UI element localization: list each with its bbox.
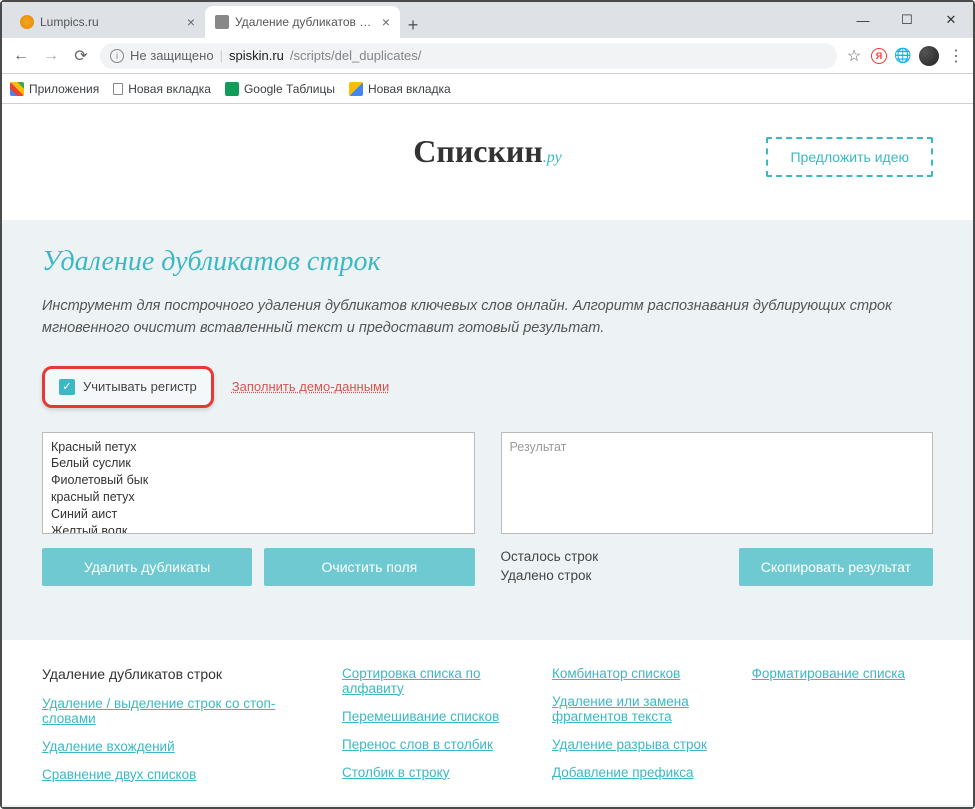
- close-icon[interactable]: ×: [382, 14, 390, 30]
- browser-tab-active[interactable]: Удаление дубликатов строк - уд ×: [205, 6, 400, 38]
- footer-link[interactable]: Удаление разрыва строк: [552, 737, 724, 752]
- options-row: ✓ Учитывать регистр Заполнить демо-данны…: [42, 366, 933, 408]
- bookmarks-bar: Приложения Новая вкладка Google Таблицы …: [2, 74, 973, 104]
- fill-demo-link[interactable]: Заполнить демо-данными: [232, 379, 389, 394]
- minimize-icon[interactable]: —: [841, 2, 885, 38]
- globe-icon[interactable]: 🌐: [895, 48, 911, 64]
- close-icon[interactable]: ×: [187, 14, 195, 30]
- url-path: /scripts/del_duplicates/: [290, 48, 422, 63]
- checkbox-checked-icon[interactable]: ✓: [59, 379, 75, 395]
- footer-link[interactable]: Комбинатор списков: [552, 666, 724, 681]
- hero-section: Спискин.ру Предложить идею: [2, 105, 973, 220]
- result-column: Результат Осталось строк Удалено строк С…: [501, 432, 934, 586]
- footer-link[interactable]: Форматирование списка: [752, 666, 905, 681]
- case-sensitive-option[interactable]: ✓ Учитывать регистр: [42, 366, 214, 408]
- page-icon: [113, 83, 123, 95]
- reload-button[interactable]: ⟳: [70, 45, 92, 67]
- result-textarea[interactable]: Результат: [501, 432, 934, 534]
- image-icon: [349, 82, 363, 96]
- apps-shortcut[interactable]: Приложения: [10, 82, 99, 96]
- remove-duplicates-button[interactable]: Удалить дубликаты: [42, 548, 252, 586]
- new-tab-button[interactable]: +: [400, 12, 426, 38]
- profile-avatar-icon[interactable]: [919, 46, 939, 66]
- footer-link[interactable]: Столбик в строку: [342, 765, 524, 780]
- bookmark-star-icon[interactable]: ☆: [845, 47, 863, 65]
- page-body: Спискин.ру Предложить идею Удаление дубл…: [2, 105, 973, 807]
- input-column: Красный петухБелый сусликФиолетовый быкк…: [42, 432, 475, 586]
- clear-fields-button[interactable]: Очистить поля: [264, 548, 474, 586]
- url-input[interactable]: i Не защищено | spiskin.ru/scripts/del_d…: [100, 43, 837, 69]
- security-label: Не защищено: [130, 48, 214, 63]
- browser-titlebar: Lumpics.ru × Удаление дубликатов строк -…: [2, 2, 973, 38]
- footer-link[interactable]: Удаление вхождений: [42, 739, 314, 754]
- forward-button[interactable]: →: [40, 45, 62, 67]
- address-bar: ← → ⟳ i Не защищено | spiskin.ru/scripts…: [2, 38, 973, 74]
- footer-link[interactable]: Сравнение двух списков: [42, 767, 314, 782]
- window-controls: — ☐ ✕: [841, 2, 973, 38]
- sheets-icon: [225, 82, 239, 96]
- bookmark-item[interactable]: Новая вкладка: [113, 82, 211, 96]
- favicon-icon: [20, 15, 34, 29]
- footer-heading: Удаление дубликатов строк: [42, 666, 314, 682]
- copy-result-button[interactable]: Скопировать результат: [739, 548, 933, 586]
- tab-title: Удаление дубликатов строк - уд: [235, 15, 376, 29]
- stats-remaining: Осталось строк: [501, 548, 727, 567]
- footer-link[interactable]: Удаление или замена фрагментов текста: [552, 694, 724, 724]
- page-description: Инструмент для построчного удаления дубл…: [42, 296, 933, 340]
- checkbox-label: Учитывать регистр: [83, 379, 197, 394]
- browser-tab[interactable]: Lumpics.ru ×: [10, 6, 205, 38]
- favicon-icon: [215, 15, 229, 29]
- tab-title: Lumpics.ru: [40, 15, 181, 29]
- main-content: Удаление дубликатов строк Инструмент для…: [2, 220, 973, 616]
- footer-link[interactable]: Добавление префикса: [552, 765, 724, 780]
- back-button[interactable]: ←: [10, 45, 32, 67]
- info-icon: i: [110, 49, 124, 63]
- bookmark-item[interactable]: Google Таблицы: [225, 82, 335, 96]
- stats-block: Осталось строк Удалено строк: [501, 548, 727, 586]
- footer-link[interactable]: Удаление / выделение строк со стоп-слова…: [42, 696, 314, 726]
- footer-link[interactable]: Перемешивание списков: [342, 709, 524, 724]
- footer-link[interactable]: Сортировка списка по алфавиту: [342, 666, 524, 696]
- input-textarea[interactable]: Красный петухБелый сусликФиолетовый быкк…: [42, 432, 475, 534]
- footer-link[interactable]: Перенос слов в столбик: [342, 737, 524, 752]
- bookmark-item[interactable]: Новая вкладка: [349, 82, 451, 96]
- close-window-icon[interactable]: ✕: [929, 2, 973, 38]
- textarea-columns: Красный петухБелый сусликФиолетовый быкк…: [42, 432, 933, 586]
- footer-links: Удаление дубликатов строк Удаление / выд…: [2, 640, 973, 805]
- maximize-icon[interactable]: ☐: [885, 2, 929, 38]
- kebab-menu-icon[interactable]: ⋮: [947, 47, 965, 65]
- page-heading: Удаление дубликатов строк: [42, 246, 933, 278]
- apps-icon: [10, 82, 24, 96]
- site-logo[interactable]: Спискин.ру: [413, 133, 561, 170]
- stats-removed: Удалено строк: [501, 567, 727, 586]
- yandex-icon[interactable]: Я: [871, 48, 887, 64]
- url-domain: spiskin.ru: [229, 48, 284, 63]
- suggest-idea-button[interactable]: Предложить идею: [766, 137, 933, 177]
